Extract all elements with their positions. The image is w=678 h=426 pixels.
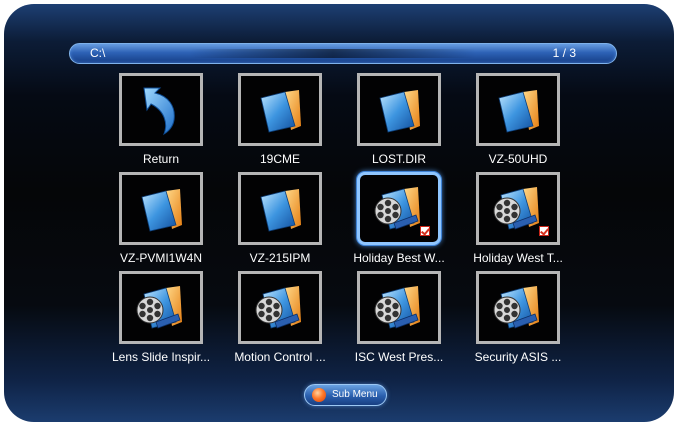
folder-icon: [379, 89, 420, 132]
tile-label: Security ASIS ...: [474, 350, 562, 364]
tile-thumbnail[interactable]: [476, 172, 560, 245]
file-tile-folder[interactable]: VZ-215IPM: [230, 172, 330, 265]
video-file-icon: [493, 186, 539, 230]
video-file-icon: [493, 285, 539, 329]
file-tile-video[interactable]: Motion Control ...: [230, 271, 330, 364]
tile-label: Motion Control ...: [234, 350, 326, 364]
tile-label: VZ-50UHD: [488, 152, 548, 166]
tile-thumbnail[interactable]: [357, 73, 441, 146]
folder-icon: [260, 188, 301, 231]
video-file-icon: [374, 186, 420, 230]
tile-thumbnail[interactable]: [119, 172, 203, 245]
file-browser-panel: C:\ 1 / 3 Return 19CME LOST.DIR VZ-50UHD…: [4, 4, 674, 422]
tile-label: VZ-215IPM: [249, 251, 311, 265]
file-tile-return[interactable]: Return: [111, 73, 211, 166]
video-file-icon: [136, 285, 182, 329]
sub-menu-label: Sub Menu: [332, 389, 378, 400]
checkbox-checked-icon[interactable]: [539, 226, 549, 236]
tile-thumbnail[interactable]: [476, 73, 560, 146]
tile-label: 19CME: [259, 152, 300, 166]
orange-circle-icon: [312, 388, 326, 402]
tile-thumbnail[interactable]: [357, 271, 441, 344]
folder-icon: [260, 89, 301, 132]
video-file-icon: [374, 285, 420, 329]
tile-label: Return: [142, 152, 180, 166]
folder-icon: [498, 89, 539, 132]
folder-icon: [141, 188, 182, 231]
tile-thumbnail[interactable]: [119, 271, 203, 344]
tile-label: LOST.DIR: [371, 152, 426, 166]
path-bar-sheen: [190, 49, 476, 58]
tile-label: ISC West Pres...: [354, 350, 444, 364]
file-tile-video[interactable]: Security ASIS ...: [468, 271, 568, 364]
page-indicator: 1 / 3: [552, 46, 576, 60]
file-tile-video-selected[interactable]: Holiday Best W...: [349, 172, 449, 265]
tile-thumbnail[interactable]: [357, 172, 441, 245]
file-tile-folder[interactable]: VZ-50UHD: [468, 73, 568, 166]
tile-label: Holiday West T...: [473, 251, 563, 265]
checkbox-checked-icon[interactable]: [420, 226, 430, 236]
tile-thumbnail[interactable]: [238, 172, 322, 245]
tile-thumbnail[interactable]: [476, 271, 560, 344]
tile-thumbnail[interactable]: [119, 73, 203, 146]
video-file-icon: [255, 285, 301, 329]
file-tile-folder[interactable]: VZ-PVMI1W4N: [111, 172, 211, 265]
tile-label: VZ-PVMI1W4N: [119, 251, 202, 265]
sub-menu-button[interactable]: Sub Menu: [304, 384, 387, 406]
file-tile-folder[interactable]: LOST.DIR: [349, 73, 449, 166]
tile-label: Holiday Best W...: [353, 251, 445, 265]
path-bar: C:\ 1 / 3: [69, 43, 617, 64]
return-arrow-icon: [143, 87, 175, 135]
file-tile-video[interactable]: ISC West Pres...: [349, 271, 449, 364]
file-tile-folder[interactable]: 19CME: [230, 73, 330, 166]
tile-thumbnail[interactable]: [238, 73, 322, 146]
tile-label: Lens Slide Inspir...: [111, 350, 211, 364]
tile-thumbnail[interactable]: [238, 271, 322, 344]
file-tile-video[interactable]: Holiday West T...: [468, 172, 568, 265]
file-tile-video[interactable]: Lens Slide Inspir...: [111, 271, 211, 364]
current-path: C:\: [90, 46, 106, 60]
